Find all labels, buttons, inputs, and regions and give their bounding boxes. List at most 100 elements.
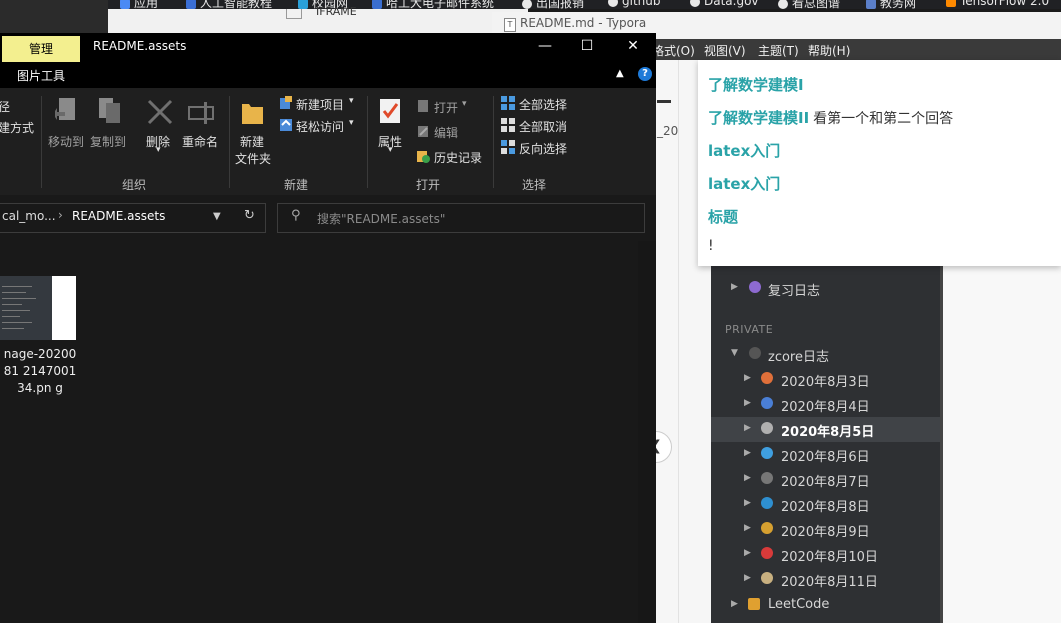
open-dropdown-icon[interactable]: ▾ [462,99,467,109]
select-all-icon [501,96,515,110]
link-latex-intro-2[interactable]: latex入门 [708,173,780,194]
expand-arrow-icon: ▶ [731,599,738,609]
tree-item-day[interactable]: ▶ 2020年8月7日 [711,467,940,492]
screenshot-preview [0,276,52,340]
editor-divider [678,60,679,623]
day-emoji-icon [761,522,773,534]
apps-icon [120,0,130,9]
breadcrumb-chevron-icon[interactable]: › [58,208,63,222]
rename-icon [188,102,214,124]
tree-item-day[interactable]: ▶ 2020年8月8日 [711,492,940,517]
breadcrumb-parent[interactable]: cal_mo... [2,209,56,223]
tree-group-zcore[interactable]: ▼ zcore日志 [711,342,940,367]
ribbon-fragment-shortcut[interactable]: 建方式 [0,119,34,136]
file-thumbnail[interactable] [0,276,76,340]
expand-arrow-icon: ▶ [744,423,751,433]
day-label: 2020年8月10日 [781,550,878,565]
new-folder-icon [242,104,263,124]
bookmark[interactable]: TensorFlow 2.0 [946,0,1049,8]
bookmark[interactable]: github [608,0,660,8]
new-folder-button-line1[interactable]: 新建 [240,133,264,150]
edit-icon [418,126,428,137]
maximize-button[interactable]: ☐ [564,33,610,61]
menu-theme[interactable]: 主题(T) [758,42,799,59]
history-button[interactable]: 历史记录 [434,149,482,166]
bookmark[interactable]: 看总图谱 [778,0,840,9]
link-math-modeling-1[interactable]: 了解数学建模I [708,74,804,95]
close-icon: ✕ [627,38,639,54]
bookmark-icon [690,0,700,7]
edit-button[interactable]: 编辑 [434,124,458,141]
menu-view[interactable]: 视图(V) [704,42,746,59]
day-emoji-icon [761,572,773,584]
ribbon-group-new: 新建 [284,178,309,192]
invert-selection-button[interactable]: 反向选择 [519,140,567,157]
copy-to-button[interactable]: 复制到 [90,133,126,150]
help-icon[interactable]: ? [638,67,652,81]
bookmark[interactable]: 人工智能教程 [186,0,272,9]
invert-selection-icon [501,140,515,154]
menu-help[interactable]: 帮助(H) [808,42,850,59]
properties-dropdown-icon[interactable]: ▾ [388,145,393,155]
expand-arrow-icon: ▶ [744,548,751,558]
tree-item-day[interactable]: ▶ 2020年8月6日 [711,442,940,467]
easy-access-button[interactable]: 轻松访问 [296,118,344,135]
tree-item-day[interactable]: ▶ 2020年8月4日 [711,392,940,417]
search-icon: ⚲ [291,208,301,223]
rename-button[interactable]: 重命名 [182,133,218,150]
open-button[interactable]: 打开 [434,99,458,116]
link-latex-intro[interactable]: latex入门 [708,140,780,161]
day-label: 2020年8月4日 [781,400,870,415]
expand-arrow-icon: ▶ [744,573,751,583]
day-label: 2020年8月6日 [781,450,870,465]
select-none-button[interactable]: 全部取消 [519,118,567,135]
explorer-scroll-strip [638,241,656,623]
bookmark[interactable]: 应用 [120,0,158,9]
ribbon-group-organize: 组织 [122,178,147,192]
menu-format[interactable]: 格式(O) [652,42,695,59]
tab-picture-tools[interactable]: 图片工具 [17,67,65,84]
select-all-button[interactable]: 全部选择 [519,96,567,113]
tree-item-review-log[interactable]: ▶ 复习日志 [711,276,940,301]
day-label: 2020年8月3日 [781,375,870,390]
close-button[interactable]: ✕ [610,33,656,61]
day-label: 2020年8月7日 [781,475,870,490]
bookmark[interactable]: 教务网 [866,0,916,9]
move-to-button[interactable]: 移动到 [48,133,84,150]
ribbon-separator [493,96,494,188]
browser-tab-strip: IFRAME [108,5,528,33]
tree-item-day[interactable]: ▶ 2020年8月11日 [711,567,940,592]
ribbon-fragment-path[interactable]: 径 [0,98,10,115]
expand-arrow-icon: ▶ [744,448,751,458]
tree-item-day[interactable]: ▶ 2020年8月9日 [711,517,940,542]
link-math-modeling-2[interactable]: 了解数学建模II 看第一个和第二个回答 [708,107,953,128]
easy-access-dropdown-icon[interactable]: ▾ [349,118,354,128]
bookmark[interactable]: 出国报销 [522,0,584,9]
new-item-dropdown-icon[interactable]: ▾ [349,96,354,106]
browser-tab-fragment[interactable]: IFRAME [316,5,357,18]
new-folder-button-line2[interactable]: 文件夹 [235,150,271,167]
breadcrumb-current[interactable]: README.assets [72,209,165,223]
refresh-icon[interactable]: ↻ [244,208,255,223]
expand-arrow-icon: ▶ [744,498,751,508]
bookmark[interactable]: 哈工大电子邮件系统 [372,0,494,9]
tab-manage[interactable]: 管理 [2,36,80,62]
bookmark[interactable]: Data.gov [690,0,759,8]
typora-menubar: 格式(O) 视图(V) 主题(T) 帮助(H) [640,39,1061,60]
delete-dropdown-icon[interactable]: ▾ [156,145,161,155]
tree-item-day[interactable]: ▶ 2020年8月10日 [711,542,940,567]
new-item-button[interactable]: 新建项目 [296,96,344,113]
day-emoji-icon [761,372,773,384]
crystal-ball-icon [749,281,761,293]
file-name-label[interactable]: nage-2020081 214700134.pn g [0,346,80,397]
bookmark-icon [522,0,532,9]
minimize-button[interactable]: — [522,33,568,61]
collapse-ribbon-icon[interactable]: ▲ [616,68,624,79]
tree-item-leetcode[interactable]: ▶ LeetCode [711,593,940,618]
tree-item-day[interactable]: ▶ 2020年8月5日 [711,417,940,442]
address-history-chevron-icon[interactable]: ▼ [213,211,221,222]
link-heading[interactable]: 标题 [708,206,738,227]
link-preview-popup: 了解数学建模I 了解数学建模II 看第一个和第二个回答 latex入门 latex… [698,60,1061,266]
tree-item-day[interactable]: ▶ 2020年8月3日 [711,367,940,392]
ribbon-separator [367,96,368,188]
